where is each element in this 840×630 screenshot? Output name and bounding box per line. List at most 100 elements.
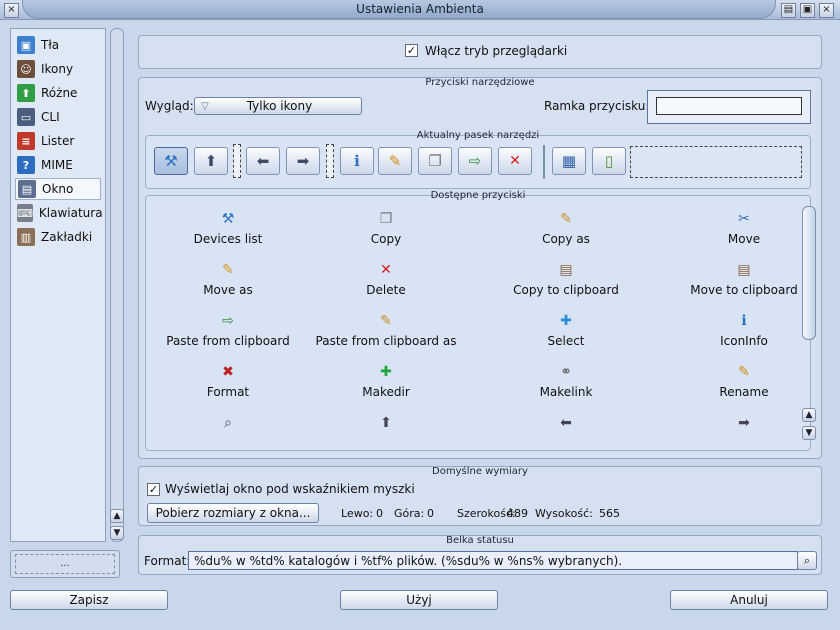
frame-preview[interactable] bbox=[647, 90, 811, 124]
available-button[interactable]: ✂ Move bbox=[664, 210, 824, 246]
frame-preview-inner bbox=[656, 97, 802, 115]
format-input[interactable]: %du% w %td% katalogów i %tf% plików. (%s… bbox=[188, 551, 798, 570]
toolbar-drop-area[interactable] bbox=[630, 146, 802, 178]
toolbar-divider bbox=[543, 145, 545, 179]
toolbar-devices-button[interactable]: ⚒ bbox=[154, 147, 188, 175]
paste-as-icon: ✎ bbox=[380, 313, 392, 329]
available-button[interactable]: ✕ Delete bbox=[306, 261, 466, 297]
sidebar-item-keyboard[interactable]: ⌨ Klawiatura bbox=[15, 202, 103, 224]
toolbar-separator[interactable] bbox=[326, 144, 334, 178]
green-arrow-icon: ⬆ bbox=[17, 84, 35, 102]
apply-button[interactable]: Użyj bbox=[340, 590, 498, 610]
available-button[interactable]: ⇨ Paste from clipboard bbox=[148, 312, 308, 348]
available-button-label: Makelink bbox=[539, 385, 593, 399]
sidebar: ▣ Tła ☺ Ikony ⬆ Różne ▭ CLI ≡ Lister ? MIME ▤ O… bbox=[10, 28, 106, 542]
scroll-up-icon[interactable]: ▲ bbox=[110, 509, 124, 523]
info-icon: ℹ bbox=[741, 313, 747, 329]
shade-window-button[interactable]: ▤ bbox=[781, 3, 796, 18]
show-under-mouse-checkbox[interactable]: ✓ bbox=[147, 483, 160, 496]
browser-mode-label: Włącz tryb przeglądarki bbox=[425, 44, 568, 58]
move-as-icon: ✎ bbox=[222, 262, 234, 278]
move-clipboard-icon: ▤ bbox=[737, 262, 751, 278]
available-button-label: Move as bbox=[203, 283, 253, 297]
available-button[interactable]: ⬅ bbox=[486, 414, 646, 432]
toolbar-buttons-section: Przyciski narzędziowe Wygląd: ▽ Tylko iko… bbox=[138, 77, 822, 459]
sidebar-item-label: Lister bbox=[41, 134, 75, 148]
sidebar-item-mime[interactable]: ? MIME bbox=[15, 154, 101, 176]
available-button[interactable]: ⌕ bbox=[148, 414, 308, 432]
width-value: 489 bbox=[507, 507, 528, 520]
toolbar-up-button[interactable]: ⬆ bbox=[194, 147, 228, 175]
available-button[interactable]: ⬆ bbox=[306, 414, 466, 432]
sidebar-item-cli[interactable]: ▭ CLI bbox=[15, 106, 101, 128]
available-button[interactable]: ⚭ Makelink bbox=[486, 363, 646, 399]
available-button[interactable]: ❐ Copy bbox=[306, 210, 466, 246]
scroll-up-icon[interactable]: ▲ bbox=[802, 408, 816, 422]
toolbar-info-button[interactable]: ℹ bbox=[340, 147, 374, 175]
toolbar-delete-button[interactable]: ✕ bbox=[498, 147, 532, 175]
scroll-down-icon[interactable]: ▼ bbox=[110, 526, 124, 540]
toolbar-panel-button[interactable]: ▯ bbox=[592, 147, 626, 175]
available-scrollbar[interactable] bbox=[802, 206, 816, 340]
sidebar-item-lister[interactable]: ≡ Lister bbox=[15, 130, 101, 152]
close-window-button[interactable]: × bbox=[4, 3, 19, 18]
left-arrow-icon: ⬅ bbox=[256, 152, 270, 170]
sidebar-bottom-panel: ... bbox=[10, 550, 120, 578]
current-toolbar-title: Aktualny pasek narzędzi bbox=[416, 130, 540, 141]
cancel-button[interactable]: Anuluj bbox=[670, 590, 828, 610]
available-button[interactable]: ▤ Move to clipboard bbox=[664, 261, 824, 297]
sidebar-item-backgrounds[interactable]: ▣ Tła bbox=[15, 34, 101, 56]
scroll-down-icon[interactable]: ▼ bbox=[802, 426, 816, 440]
available-button[interactable]: ✚ Select bbox=[486, 312, 646, 348]
toolbar-rename-button[interactable]: ✎ bbox=[378, 147, 412, 175]
toolbar-paste-button[interactable]: ⇨ bbox=[458, 147, 492, 175]
sidebar-item-icons[interactable]: ☺ Ikony bbox=[15, 58, 101, 80]
sidebar-item-label: MIME bbox=[41, 158, 73, 172]
available-button[interactable]: ℹ IconInfo bbox=[664, 312, 824, 348]
up-arrow-icon: ⬆ bbox=[380, 415, 392, 431]
top-value: 0 bbox=[427, 507, 434, 520]
save-button[interactable]: Zapisz bbox=[10, 590, 168, 610]
search-icon: ⌕ bbox=[224, 415, 232, 431]
makedir-icon: ✚ bbox=[380, 364, 392, 380]
look-dropdown[interactable]: ▽ Tylko ikony bbox=[194, 97, 362, 115]
available-button[interactable]: ✖ Format bbox=[148, 363, 308, 399]
maximize-window-button[interactable]: ▣ bbox=[800, 3, 815, 18]
toolbar-separator[interactable] bbox=[233, 144, 241, 178]
available-button[interactable]: ✚ Makedir bbox=[306, 363, 466, 399]
available-button[interactable]: ▤ Copy to clipboard bbox=[486, 261, 646, 297]
sidebar-bottom-button[interactable]: ... bbox=[15, 554, 115, 574]
copy-as-icon: ✎ bbox=[560, 211, 572, 227]
available-button[interactable]: ✎ Rename bbox=[664, 363, 824, 399]
frame-label: Ramka przycisku: bbox=[544, 99, 650, 113]
available-button[interactable]: ✎ Paste from clipboard as bbox=[306, 312, 466, 348]
right-arrow-icon: ➡ bbox=[296, 152, 310, 170]
toolbar-forward-button[interactable]: ➡ bbox=[286, 147, 320, 175]
sidebar-item-bookmarks[interactable]: ▥ Zakładki bbox=[15, 226, 101, 248]
up-arrow-icon: ⬆ bbox=[204, 152, 218, 170]
sidebar-scrollbar[interactable]: ▲ ▼ bbox=[110, 28, 124, 542]
status-bar-title: Belka statusu bbox=[446, 535, 514, 546]
sidebar-item-misc[interactable]: ⬆ Różne bbox=[15, 82, 101, 104]
window-title: Ustawienia Ambienta bbox=[356, 2, 484, 16]
paste-icon: ⇨ bbox=[468, 152, 482, 170]
makelink-icon: ⚭ bbox=[560, 364, 572, 380]
toolbar-grid-button[interactable]: ▦ bbox=[552, 147, 586, 175]
available-button[interactable]: ➡ bbox=[664, 414, 824, 432]
search-icon[interactable]: ⌕ bbox=[797, 551, 817, 570]
close-window-right-button[interactable]: × bbox=[819, 3, 834, 18]
available-button[interactable]: ✎ Move as bbox=[148, 261, 308, 297]
user-icon: ☺ bbox=[17, 60, 35, 78]
available-button-label: Paste from clipboard as bbox=[315, 334, 457, 348]
available-button[interactable]: ✎ Copy as bbox=[486, 210, 646, 246]
get-size-button[interactable]: Pobierz rozmiary z okna... bbox=[147, 503, 319, 523]
toolbar-back-button[interactable]: ⬅ bbox=[246, 147, 280, 175]
available-button[interactable]: ⚒ Devices list bbox=[148, 210, 308, 246]
browser-mode-checkbox[interactable]: ✓ bbox=[405, 44, 418, 57]
panel-icon: ▯ bbox=[604, 152, 614, 170]
toolbar-copy-button[interactable]: ❐ bbox=[418, 147, 452, 175]
default-size-title: Domyślne wymiary bbox=[432, 466, 528, 477]
copy-icon: ❐ bbox=[428, 152, 442, 170]
available-button-label: Copy as bbox=[542, 232, 590, 246]
sidebar-item-window[interactable]: ▤ Okno bbox=[15, 178, 101, 200]
